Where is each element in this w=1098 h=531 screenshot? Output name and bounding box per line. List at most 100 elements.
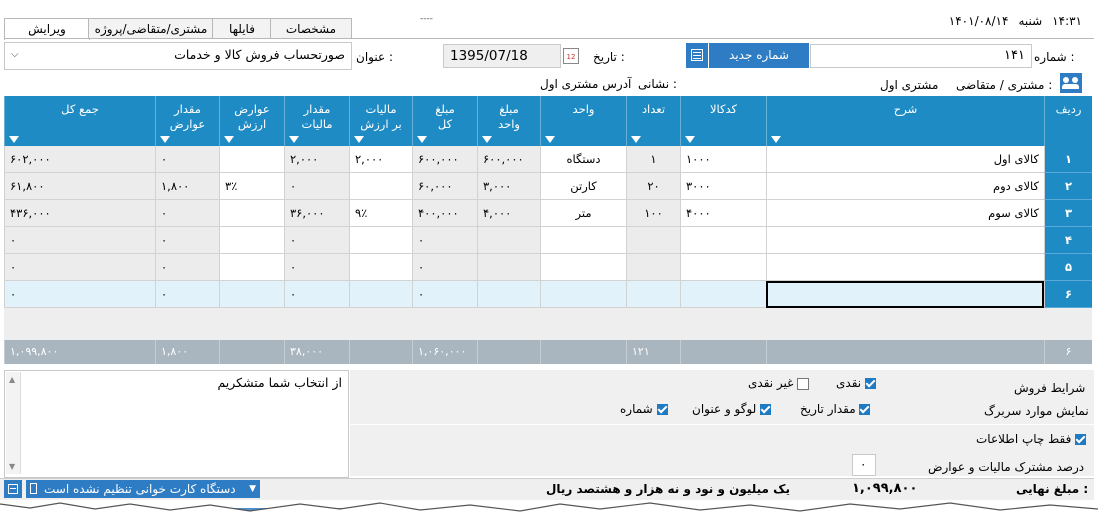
unit-price-cell[interactable] — [477, 254, 540, 281]
tax-amount-cell[interactable]: ۳۶,۰۰۰ — [284, 200, 349, 227]
filter-icon[interactable] — [631, 136, 641, 143]
table-row[interactable]: ۶۰۰۰۰ — [4, 281, 1092, 308]
unit-cell[interactable] — [540, 281, 626, 308]
tax-amount-cell[interactable]: ۰ — [284, 254, 349, 281]
duty-cell[interactable] — [219, 200, 284, 227]
unit-cell[interactable]: کارتن — [540, 173, 626, 200]
customer-picker-icon[interactable] — [1060, 73, 1082, 93]
tab-files[interactable]: فایلها — [212, 18, 272, 39]
table-row[interactable]: ۲ کالای دوم ۳۰۰۰ ۲۰ کارتن ۳,۰۰۰ ۶۰,۰۰۰ ۰ ۳٪ ۱,۸۰۰… — [4, 173, 1092, 200]
row-number-cell[interactable]: ۲ — [1044, 173, 1092, 200]
header-duty-amount[interactable]: مقدار عوارض — [155, 96, 219, 146]
logo-title-option[interactable]: لوگو و عنوان — [692, 402, 772, 416]
description-cell[interactable]: کالای اول — [766, 146, 1044, 173]
vat-cell[interactable] — [349, 281, 412, 308]
item-code-cell[interactable]: ۳۰۰۰ — [680, 173, 766, 200]
unit-cell[interactable] — [540, 227, 626, 254]
grand-total-cell[interactable]: ۶۰۲,۰۰۰ — [4, 146, 155, 173]
tax-amount-cell[interactable]: ۰ — [284, 227, 349, 254]
item-code-cell[interactable] — [680, 254, 766, 281]
duty-cell[interactable] — [219, 281, 284, 308]
description-cell[interactable] — [766, 254, 1044, 281]
print-info-only-option[interactable]: فقط چاپ اطلاعات — [976, 432, 1087, 446]
vat-cell[interactable] — [349, 173, 412, 200]
description-cell[interactable] — [766, 281, 1044, 308]
header-grand-total[interactable]: جمع کل — [4, 96, 155, 146]
table-row[interactable]: ۵۰۰۰۰ — [4, 254, 1092, 281]
filter-icon[interactable] — [160, 136, 170, 143]
header-row-number[interactable]: ردیف — [1044, 96, 1092, 146]
table-row[interactable]: ۱ کالای اول ۱۰۰۰ ۱ دستگاه ۶۰۰,۰۰۰ ۶۰۰,۰۰۰ ۲,۰۰۰… — [4, 146, 1092, 173]
cash-option[interactable]: نقدی — [836, 376, 876, 390]
quantity-cell[interactable] — [626, 254, 680, 281]
card-reader-status[interactable]: دستگاه کارت خوانی تنظیم نشده است ▼ — [26, 480, 260, 498]
settings-list-icon[interactable] — [4, 480, 22, 498]
amount-date-option[interactable]: مقدار تاریخ — [800, 402, 871, 416]
quantity-cell[interactable]: ۱ — [626, 146, 680, 173]
filter-icon[interactable] — [417, 136, 427, 143]
quantity-cell[interactable] — [626, 281, 680, 308]
row-number-cell[interactable]: ۱ — [1044, 146, 1092, 173]
tax-amount-cell[interactable]: ۲,۰۰۰ — [284, 146, 349, 173]
unit-price-cell[interactable]: ۴,۰۰۰ — [477, 200, 540, 227]
unit-cell[interactable]: دستگاه — [540, 146, 626, 173]
noncash-option[interactable]: غیر نقدی — [748, 376, 810, 390]
tax-amount-cell[interactable]: ۰ — [284, 281, 349, 308]
filter-icon[interactable] — [224, 136, 234, 143]
tab-specs[interactable]: مشخصات — [270, 18, 352, 39]
chevron-down-icon[interactable]: ▼ — [249, 480, 256, 498]
filter-icon[interactable] — [685, 136, 695, 143]
header-unit[interactable]: واحد — [540, 96, 626, 146]
vat-cell[interactable]: ۲,۰۰۰ — [349, 146, 412, 173]
filter-icon[interactable] — [545, 136, 555, 143]
total-amount-cell[interactable]: ۶۰,۰۰۰ — [412, 173, 477, 200]
description-cell[interactable]: کالای دوم — [766, 173, 1044, 200]
calendar-icon[interactable]: 12 — [563, 48, 579, 64]
chevron-down-icon[interactable]: ⌵ — [11, 49, 19, 60]
unit-cell[interactable] — [540, 254, 626, 281]
filter-icon[interactable] — [9, 136, 19, 143]
number-option[interactable]: شماره — [620, 402, 668, 416]
item-code-cell[interactable]: ۱۰۰۰ — [680, 146, 766, 173]
item-code-cell[interactable] — [680, 227, 766, 254]
tax-amount-cell[interactable]: ۰ — [284, 173, 349, 200]
tab-customer-project[interactable]: مشتری/متقاضی/پروژه — [88, 18, 214, 39]
unit-price-cell[interactable]: ۳,۰۰۰ — [477, 173, 540, 200]
row-number-cell[interactable]: ۵ — [1044, 254, 1092, 281]
date-field[interactable]: 1395/07/18 — [443, 44, 561, 68]
duty-amount-cell[interactable]: ۰ — [155, 227, 219, 254]
grand-total-cell[interactable]: ۰ — [4, 281, 155, 308]
duty-amount-cell[interactable]: ۰ — [155, 281, 219, 308]
unit-price-cell[interactable] — [477, 227, 540, 254]
filter-icon[interactable] — [482, 136, 492, 143]
unit-price-cell[interactable] — [477, 281, 540, 308]
filter-icon[interactable] — [289, 136, 299, 143]
vat-cell[interactable] — [349, 227, 412, 254]
duty-amount-cell[interactable]: ۱,۸۰۰ — [155, 173, 219, 200]
vat-cell[interactable] — [349, 254, 412, 281]
description-cell[interactable] — [766, 227, 1044, 254]
row-number-cell[interactable]: ۳ — [1044, 200, 1092, 227]
header-vat[interactable]: مالیات بر ارزش — [349, 96, 412, 146]
new-number-button[interactable]: شماره جدید — [709, 43, 809, 68]
table-row[interactable]: ۳ کالای سوم ۴۰۰۰ ۱۰۰ متر ۴,۰۰۰ ۴۰۰,۰۰۰ ۹٪ ۳۶,۰۰۰… — [4, 200, 1092, 227]
header-item-code[interactable]: کدکالا — [680, 96, 766, 146]
item-code-cell[interactable] — [680, 281, 766, 308]
quantity-cell[interactable] — [626, 227, 680, 254]
duty-amount-cell[interactable]: ۰ — [155, 146, 219, 173]
grand-total-cell[interactable]: ۴۳۶,۰۰۰ — [4, 200, 155, 227]
notes-textarea[interactable]: از انتخاب شما متشکریم ▲ ▼ — [4, 370, 349, 478]
total-amount-cell[interactable]: ۴۰۰,۰۰۰ — [412, 200, 477, 227]
logo-title-checkbox[interactable] — [760, 404, 772, 415]
grand-total-cell[interactable]: ۰ — [4, 254, 155, 281]
title-select[interactable]: ⌵ صورتحساب فروش کالا و خدمات — [4, 42, 352, 70]
grand-total-cell[interactable]: ۶۱,۸۰۰ — [4, 173, 155, 200]
duty-cell[interactable] — [219, 227, 284, 254]
grand-total-cell[interactable]: ۰ — [4, 227, 155, 254]
total-amount-cell[interactable]: ۰ — [412, 227, 477, 254]
filter-icon[interactable] — [354, 136, 364, 143]
description-cell[interactable]: کالای سوم — [766, 200, 1044, 227]
row-number-cell[interactable]: ۴ — [1044, 227, 1092, 254]
filter-icon[interactable] — [771, 136, 781, 143]
number-checkbox[interactable] — [656, 404, 668, 415]
